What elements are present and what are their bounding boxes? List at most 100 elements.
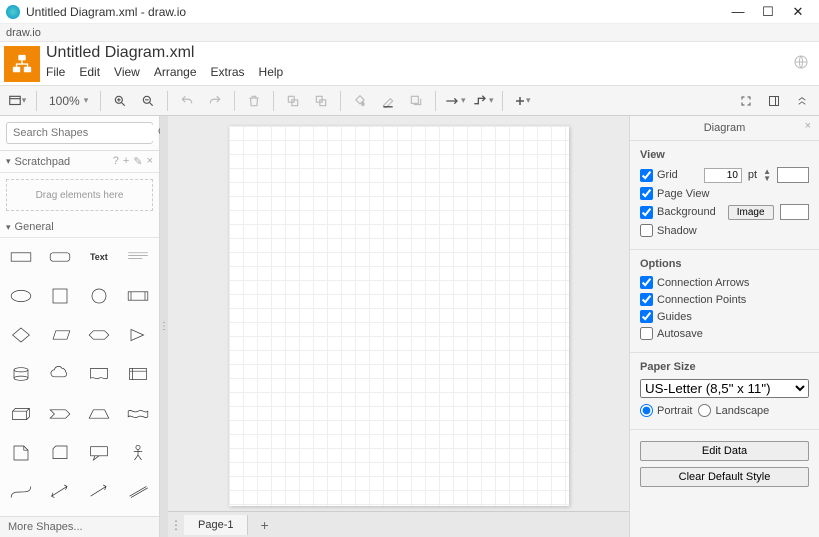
shape-ellipse[interactable] [4, 281, 39, 311]
view-mode-dropdown[interactable] [4, 89, 30, 113]
shape-curve[interactable] [4, 477, 39, 507]
portrait-radio[interactable]: Portrait [640, 404, 692, 417]
grid-step-down[interactable]: ▼ [763, 175, 771, 182]
zoom-in-button[interactable] [107, 89, 133, 113]
close-button[interactable]: ✕ [783, 4, 813, 20]
drawing-page[interactable] [229, 126, 569, 506]
landscape-radio[interactable]: Landscape [698, 404, 769, 417]
help-icon[interactable]: ? [113, 155, 119, 168]
shape-arrow[interactable] [82, 477, 117, 507]
tab-page-1[interactable]: Page-1 [184, 515, 248, 535]
shadow-checkbox[interactable]: Shadow [640, 224, 697, 237]
language-icon[interactable] [793, 54, 809, 73]
zoom-out-button[interactable] [135, 89, 161, 113]
to-back-button[interactable] [308, 89, 334, 113]
shape-triangle[interactable] [120, 320, 155, 350]
background-color[interactable] [780, 204, 809, 220]
minimize-button[interactable]: — [723, 4, 753, 19]
shape-step[interactable] [43, 399, 78, 429]
maximize-button[interactable]: ☐ [753, 4, 783, 20]
shape-card[interactable] [43, 438, 78, 468]
grid-size-input[interactable] [704, 168, 742, 183]
add-icon[interactable]: + [123, 155, 129, 168]
shape-line[interactable] [120, 477, 155, 507]
waypoint-dropdown[interactable] [470, 89, 496, 113]
fullscreen-button[interactable] [733, 89, 759, 113]
shape-actor[interactable] [120, 438, 155, 468]
shape-circle[interactable] [82, 281, 117, 311]
shape-trapezoid[interactable] [82, 399, 117, 429]
zoom-dropdown[interactable]: 100% [43, 94, 94, 108]
menu-help[interactable]: Help [259, 65, 284, 79]
shape-hexagon[interactable] [82, 320, 117, 350]
autosave-checkbox[interactable]: Autosave [640, 327, 703, 340]
shape-callout[interactable] [82, 438, 117, 468]
more-shapes-button[interactable]: More Shapes... [0, 516, 159, 537]
search-input[interactable] [11, 125, 157, 141]
undo-button[interactable] [174, 89, 200, 113]
window-titlebar: Untitled Diagram.xml - draw.io — ☐ ✕ [0, 0, 819, 24]
connection-dropdown[interactable] [442, 89, 468, 113]
address-bar: draw.io [0, 24, 819, 42]
tab-menu-icon[interactable]: ⋮ [168, 518, 184, 532]
scratchpad-dropzone[interactable]: Drag elements here [6, 179, 153, 211]
menu-arrange[interactable]: Arrange [154, 65, 197, 79]
shape-internal-storage[interactable] [120, 359, 155, 389]
insert-dropdown[interactable] [509, 89, 535, 113]
shape-cylinder[interactable] [4, 359, 39, 389]
guides-checkbox[interactable]: Guides [640, 310, 692, 323]
clear-default-style-button[interactable]: Clear Default Style [640, 467, 809, 487]
shape-rectangle[interactable] [4, 242, 39, 272]
shape-text[interactable]: Text [82, 242, 117, 272]
canvas[interactable] [168, 116, 629, 511]
background-image-button[interactable]: Image [728, 205, 774, 220]
collapse-button[interactable] [789, 89, 815, 113]
shape-note[interactable] [4, 438, 39, 468]
shape-process[interactable] [120, 281, 155, 311]
shape-tape[interactable] [120, 399, 155, 429]
shape-cloud[interactable] [43, 359, 78, 389]
shape-parallelogram[interactable] [43, 320, 78, 350]
shape-bidirectional-arrow[interactable] [43, 477, 78, 507]
close-icon[interactable]: × [805, 120, 811, 132]
shapes-panel: ▾ Scratchpad ? + ✎ × Drag elements here … [0, 116, 160, 537]
menu-extras[interactable]: Extras [211, 65, 245, 79]
format-panel-button[interactable] [761, 89, 787, 113]
shadow-button[interactable] [403, 89, 429, 113]
add-page-button[interactable]: + [248, 513, 280, 537]
shape-square[interactable] [43, 281, 78, 311]
scratchpad-header[interactable]: ▾ Scratchpad ? + ✎ × [0, 151, 159, 173]
edit-data-button[interactable]: Edit Data [640, 441, 809, 461]
line-color-button[interactable] [375, 89, 401, 113]
search-shapes[interactable] [6, 122, 153, 144]
shape-diamond[interactable] [4, 320, 39, 350]
edit-icon[interactable]: ✎ [133, 155, 142, 168]
menu-edit[interactable]: Edit [79, 65, 100, 79]
papersize-select[interactable]: US-Letter (8,5" x 11") [640, 379, 809, 398]
grid-color[interactable] [777, 167, 809, 183]
general-header[interactable]: ▾ General [0, 217, 159, 238]
to-front-button[interactable] [280, 89, 306, 113]
background-checkbox[interactable]: Background [640, 206, 716, 219]
pageview-checkbox[interactable]: Page View [640, 187, 709, 200]
shape-cube[interactable] [4, 399, 39, 429]
fill-color-button[interactable] [347, 89, 373, 113]
page-tabbar: ⋮ Page-1 + [168, 511, 629, 537]
menu-view[interactable]: View [114, 65, 140, 79]
logo [4, 46, 40, 82]
connection-arrows-checkbox[interactable]: Connection Arrows [640, 276, 749, 289]
redo-button[interactable] [202, 89, 228, 113]
close-icon[interactable]: × [147, 155, 153, 168]
shape-document[interactable] [82, 359, 117, 389]
format-panel: Diagram × View Grid pt ▲▼ Page View Back… [629, 116, 819, 537]
menu-file[interactable]: File [46, 65, 65, 79]
grid-checkbox[interactable]: Grid [640, 169, 678, 182]
options-section-label: Options [640, 258, 809, 270]
shape-rounded-rectangle[interactable] [43, 242, 78, 272]
delete-button[interactable] [241, 89, 267, 113]
shape-textbox[interactable] [120, 242, 155, 272]
toolbar: 100% [0, 86, 819, 116]
connection-points-checkbox[interactable]: Connection Points [640, 293, 746, 306]
app-icon [6, 5, 20, 19]
left-splitter[interactable] [160, 116, 168, 537]
